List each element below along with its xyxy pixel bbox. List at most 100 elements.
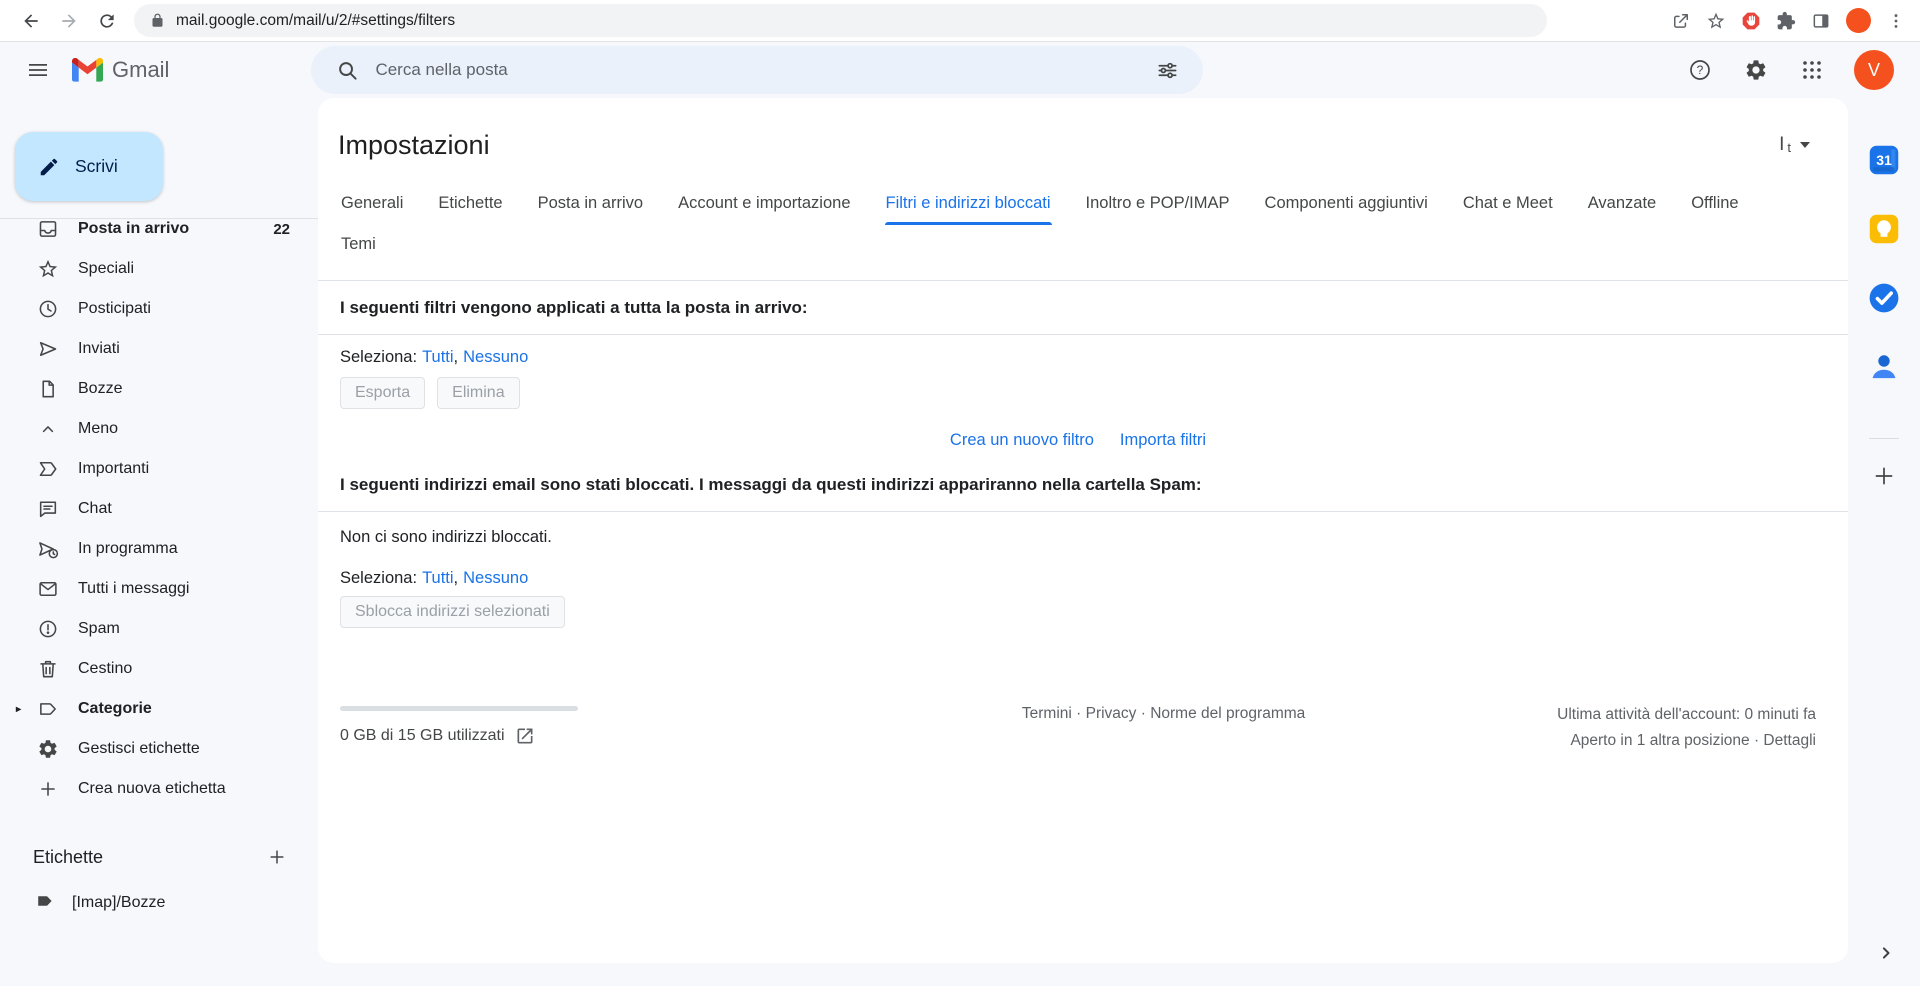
sidebar-item-gestisci-etichette[interactable]: Gestisci etichette bbox=[0, 729, 302, 769]
page-title: Impostazioni bbox=[338, 124, 490, 166]
plus-icon bbox=[36, 777, 60, 801]
sidebar-item-label: Bozze bbox=[78, 380, 122, 398]
send-icon bbox=[36, 337, 60, 361]
browser-profile-avatar[interactable] bbox=[1846, 8, 1871, 33]
address-bar[interactable]: mail.google.com/mail/u/2/#settings/filte… bbox=[134, 4, 1547, 37]
tab-inoltro-e-pop-imap[interactable]: Inoltro e POP/IMAP bbox=[1085, 184, 1231, 225]
unread-count: 22 bbox=[273, 221, 302, 238]
tab-filtri-e-indirizzi-bloccati[interactable]: Filtri e indirizzi bloccati bbox=[885, 184, 1052, 225]
sidebar-item-meno[interactable]: Meno bbox=[0, 409, 302, 449]
keep-icon bbox=[1866, 211, 1902, 247]
tab-generali[interactable]: Generali bbox=[340, 184, 404, 225]
draft-icon bbox=[36, 377, 60, 401]
divider bbox=[1869, 438, 1899, 439]
gmail-settings-page: mail.google.com/mail/u/2/#settings/filte… bbox=[0, 0, 1920, 986]
contacts-button[interactable] bbox=[1866, 349, 1902, 385]
sidebar-item-importanti[interactable]: Importanti bbox=[0, 449, 302, 489]
label-filled-icon bbox=[34, 890, 56, 917]
extensions-puzzle-icon[interactable] bbox=[1776, 11, 1796, 31]
filters-heading: I seguenti filtri vengono applicati a tu… bbox=[340, 281, 1816, 334]
main-menu-hamburger-icon[interactable] bbox=[16, 48, 60, 92]
search-options-tune-icon[interactable] bbox=[1145, 48, 1189, 92]
contacts-icon bbox=[1866, 349, 1902, 385]
sidebar-item-chat[interactable]: Chat bbox=[0, 489, 302, 529]
browser-reload-icon[interactable] bbox=[90, 4, 124, 38]
tab-etichette[interactable]: Etichette bbox=[437, 184, 503, 225]
browser-forward-icon[interactable] bbox=[52, 4, 86, 38]
tab-temi[interactable]: Temi bbox=[340, 225, 377, 266]
sidebar-item-label: Gestisci etichette bbox=[78, 740, 200, 758]
expand-arrow-icon[interactable]: ▸ bbox=[16, 704, 36, 715]
create-label-plus-icon[interactable] bbox=[264, 844, 290, 870]
blocked-select-row: Seleziona: Tutti, Nessuno bbox=[340, 569, 1816, 588]
sidebar-item-label: Cestino bbox=[78, 660, 132, 678]
sidebar-item-crea-nuova-etichetta[interactable]: Crea nuova etichetta bbox=[0, 769, 302, 809]
unblock-button[interactable]: Sblocca indirizzi selezionati bbox=[340, 596, 565, 628]
input-tools-button[interactable]: It bbox=[1779, 134, 1810, 156]
google-apps-grid-icon[interactable] bbox=[1790, 48, 1834, 92]
gmail-header: Gmail ? V bbox=[0, 42, 1920, 98]
keep-button[interactable] bbox=[1866, 211, 1902, 247]
get-add-ons-plus-icon[interactable] bbox=[1871, 463, 1897, 494]
open-in-new-icon[interactable] bbox=[515, 726, 535, 746]
label-item-imap-bozze[interactable]: [Imap]/Bozze bbox=[0, 883, 318, 923]
compose-button[interactable]: Scrivi bbox=[15, 132, 163, 201]
blocked-heading: I seguenti indirizzi email sono stati bl… bbox=[340, 454, 1816, 511]
sidebar-item-posta-in-arrivo[interactable]: Posta in arrivo22 bbox=[0, 218, 302, 249]
tab-account-e-importazione[interactable]: Account e importazione bbox=[677, 184, 851, 225]
sidebar-item-inviati[interactable]: Inviati bbox=[0, 329, 302, 369]
search-icon[interactable] bbox=[325, 48, 369, 92]
open-locations-text[interactable]: Aperto in 1 altra posizione · Dettagli bbox=[1557, 728, 1816, 754]
browser-back-icon[interactable] bbox=[14, 4, 48, 38]
delete-button[interactable]: Elimina bbox=[437, 377, 519, 409]
scheduled-send-icon bbox=[36, 537, 60, 561]
sidebar-item-speciali[interactable]: Speciali bbox=[0, 249, 302, 289]
tab-componenti-aggiuntivi[interactable]: Componenti aggiuntivi bbox=[1264, 184, 1429, 225]
share-icon[interactable] bbox=[1671, 11, 1691, 31]
export-button[interactable]: Esporta bbox=[340, 377, 425, 409]
tab-chat-e-meet[interactable]: Chat e Meet bbox=[1462, 184, 1554, 225]
browser-menu-icon[interactable] bbox=[1886, 11, 1906, 31]
tab-avanzate[interactable]: Avanzate bbox=[1587, 184, 1658, 225]
labels-section-header: Etichette bbox=[0, 837, 318, 877]
sidebar-item-bozze[interactable]: Bozze bbox=[0, 369, 302, 409]
bookmark-star-icon[interactable] bbox=[1706, 11, 1726, 31]
settings-gear-icon[interactable] bbox=[1734, 48, 1778, 92]
sidebar-item-in-programma[interactable]: In programma bbox=[0, 529, 302, 569]
select-none-link[interactable]: Nessuno bbox=[463, 348, 528, 367]
import-filters-link[interactable]: Importa filtri bbox=[1120, 431, 1206, 450]
companion-rail: 31 bbox=[1848, 98, 1920, 986]
hide-panel-chevron-icon[interactable] bbox=[1876, 943, 1896, 968]
tab-offline[interactable]: Offline bbox=[1690, 184, 1739, 225]
folders-sidebar: Scrivi Posta in arrivo22SpecialiPosticip… bbox=[0, 98, 318, 986]
select-none-link[interactable]: Nessuno bbox=[463, 569, 528, 588]
url-text: mail.google.com/mail/u/2/#settings/filte… bbox=[176, 12, 455, 30]
header-actions: ? V bbox=[1678, 48, 1894, 92]
calendar-button[interactable]: 31 bbox=[1866, 142, 1902, 178]
tab-posta-in-arrivo[interactable]: Posta in arrivo bbox=[537, 184, 644, 225]
label-important-icon bbox=[36, 457, 60, 481]
clock-icon bbox=[36, 297, 60, 321]
tasks-button[interactable] bbox=[1866, 280, 1902, 316]
legal-links[interactable]: Termini · Privacy · Norme del programma bbox=[770, 702, 1557, 723]
trash-icon bbox=[36, 657, 60, 681]
calendar-day-number: 31 bbox=[1866, 142, 1902, 178]
sidebar-item-categorie[interactable]: ▸Categorie bbox=[0, 689, 302, 729]
gmail-logo[interactable]: Gmail bbox=[72, 57, 169, 83]
sidebar-item-cestino[interactable]: Cestino bbox=[0, 649, 302, 689]
account-avatar[interactable]: V bbox=[1854, 50, 1894, 90]
sidebar-item-tutti-i-messaggi[interactable]: Tutti i messaggi bbox=[0, 569, 302, 609]
create-filter-link[interactable]: Crea un nuovo filtro bbox=[950, 431, 1094, 450]
label-icon bbox=[36, 697, 60, 721]
sidebar-item-posticipati[interactable]: Posticipati bbox=[0, 289, 302, 329]
sidebar-item-spam[interactable]: Spam bbox=[0, 609, 302, 649]
search-input[interactable] bbox=[375, 60, 1139, 80]
browser-toolbar: mail.google.com/mail/u/2/#settings/filte… bbox=[0, 0, 1920, 42]
adblock-extension-icon[interactable] bbox=[1741, 11, 1761, 31]
select-all-link[interactable]: Tutti bbox=[422, 348, 453, 366]
inbox-icon bbox=[36, 218, 60, 241]
select-all-link[interactable]: Tutti bbox=[422, 569, 453, 587]
help-icon[interactable]: ? bbox=[1678, 48, 1722, 92]
side-panel-icon[interactable] bbox=[1811, 11, 1831, 31]
storage-meter bbox=[340, 706, 578, 711]
